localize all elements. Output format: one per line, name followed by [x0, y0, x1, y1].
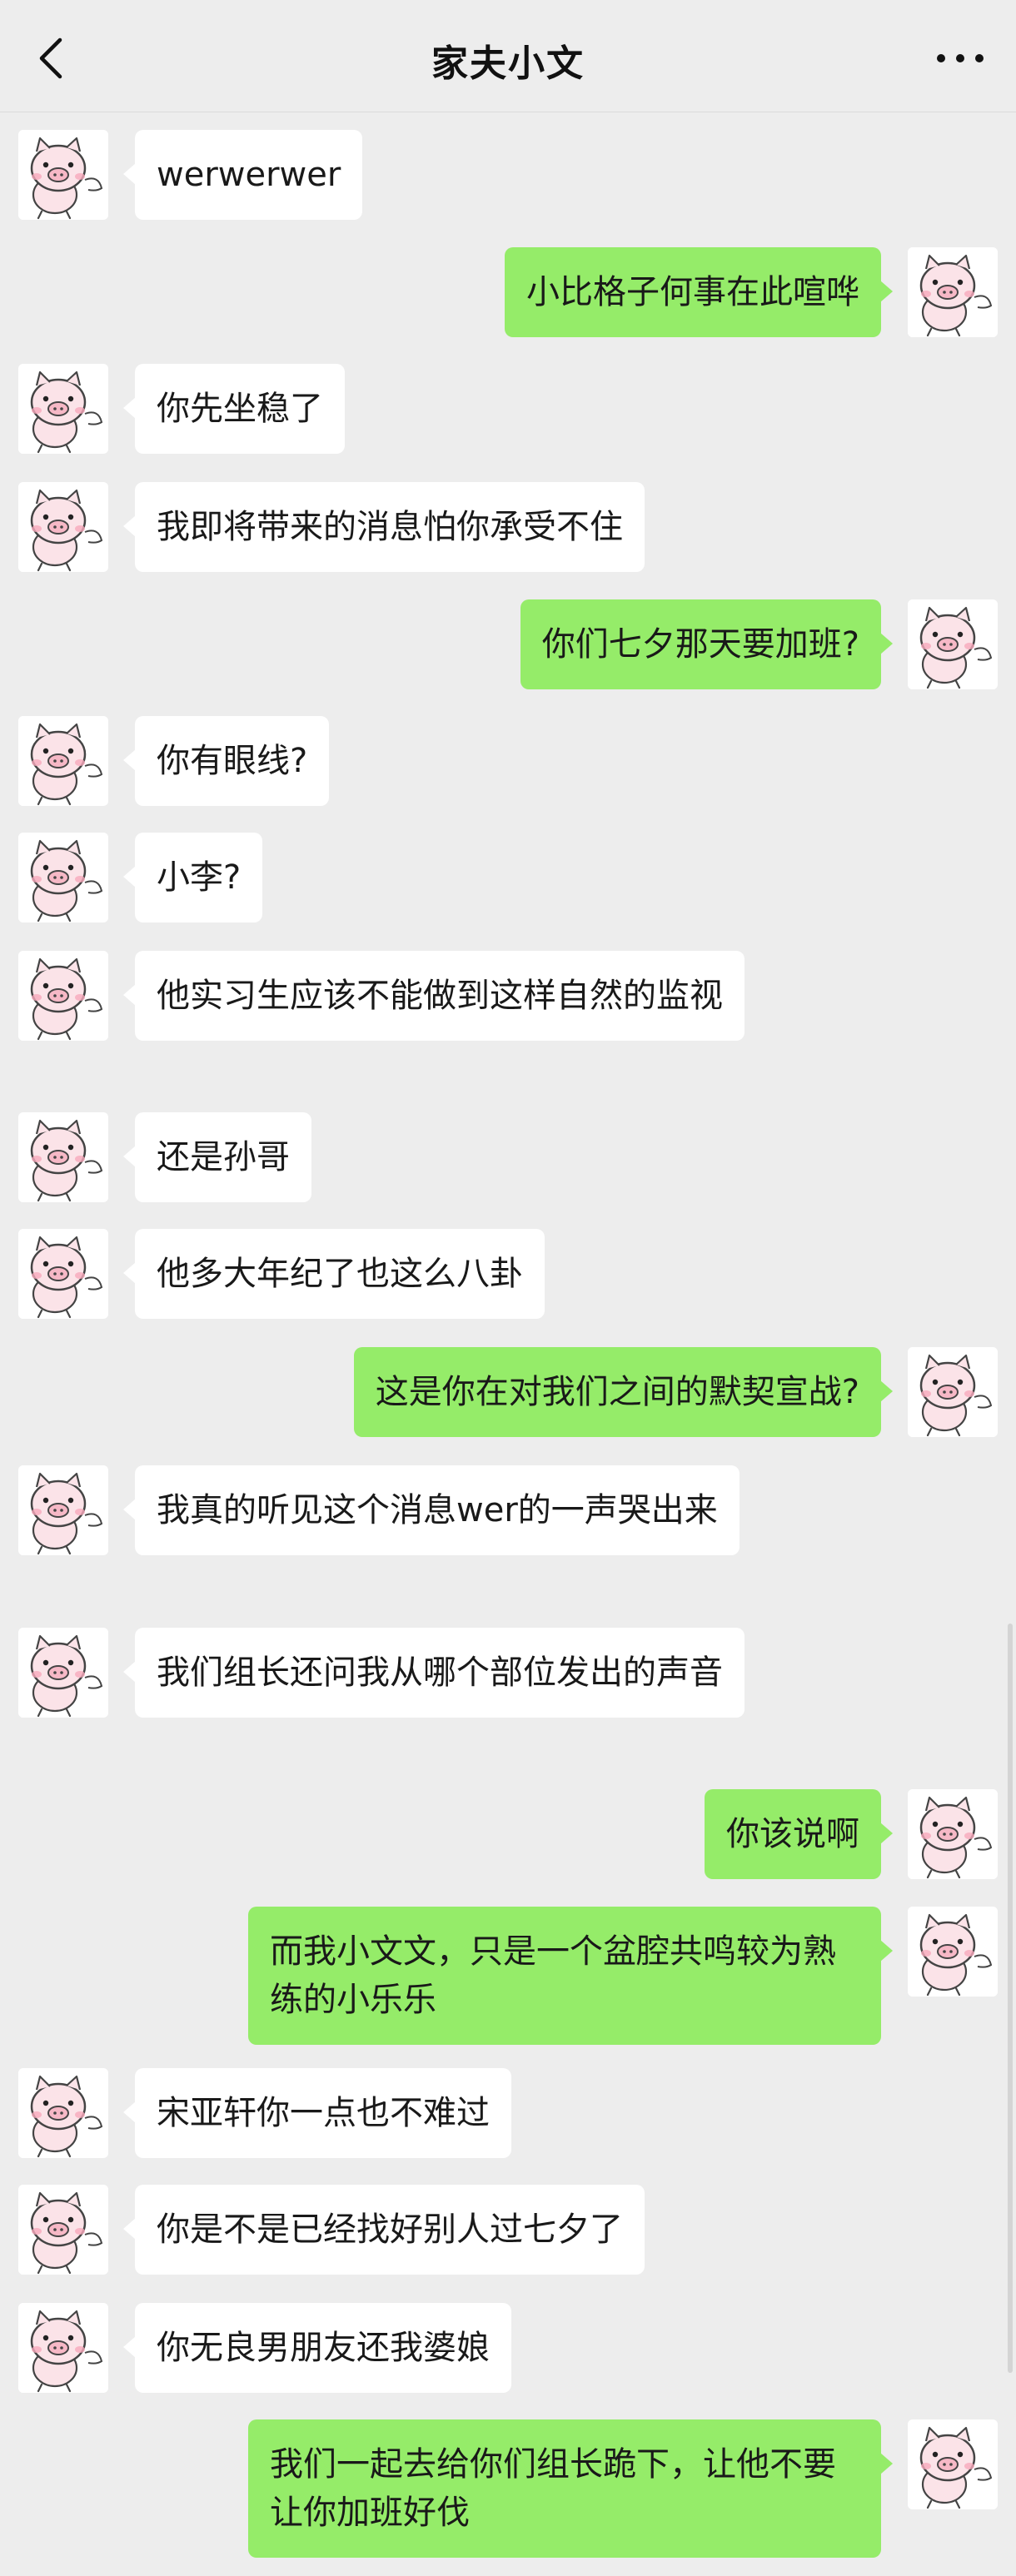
pink-pig-avatar-icon[interactable] — [908, 247, 998, 337]
message-bubble[interactable]: 小比格子何事在此喧哗 — [505, 247, 893, 337]
message-bubble[interactable]: 我真的听见这个消息wer的一声哭出来 — [123, 1465, 740, 1555]
message-bubble[interactable]: 而我小文文，只是一个盆腔共鸣较为熟练的小乐乐 — [248, 1907, 893, 2045]
pink-pig-avatar-icon[interactable] — [18, 2185, 108, 2275]
message-bubble[interactable]: 他多大年纪了也这么八卦 — [123, 1229, 545, 1319]
pink-pig-avatar-icon[interactable] — [908, 599, 998, 689]
message-bubble[interactable]: 我即将带来的消息怕你承受不住 — [123, 482, 645, 572]
pink-pig-avatar-icon[interactable] — [18, 951, 108, 1041]
chat-title: 家夫小文 — [431, 42, 585, 85]
message-bubble[interactable]: 你无良男朋友还我婆娘 — [123, 2303, 511, 2393]
pink-pig-avatar-icon[interactable] — [18, 1112, 108, 1202]
pink-pig-avatar-icon[interactable] — [18, 130, 108, 220]
pink-pig-avatar-icon[interactable] — [908, 1789, 998, 1879]
pink-pig-avatar-icon[interactable] — [18, 1465, 108, 1555]
message-bubble[interactable]: 小李? — [122, 833, 263, 922]
more-dots-icon[interactable] — [933, 43, 988, 73]
message-bubble[interactable]: 你该说啊 — [705, 1789, 893, 1879]
pink-pig-avatar-icon[interactable] — [18, 833, 108, 922]
pink-pig-avatar-icon[interactable] — [908, 1907, 998, 1997]
message-bubble[interactable]: 他实习生应该不能做到这样自然的监视 — [123, 951, 745, 1041]
message-bubble[interactable]: 你先坐稳了 — [123, 364, 345, 454]
pink-pig-avatar-icon[interactable] — [18, 2068, 108, 2158]
message-bubble[interactable]: 我们一起去给你们组长跪下，让他不要让你加班好伐 — [248, 2419, 893, 2558]
pink-pig-avatar-icon[interactable] — [18, 482, 108, 572]
pink-pig-avatar-icon[interactable] — [18, 2303, 108, 2393]
pink-pig-avatar-icon[interactable] — [18, 364, 108, 454]
message-bubble[interactable]: 宋亚轩你一点也不难过 — [123, 2068, 511, 2158]
message-bubble[interactable]: werwerwer — [122, 130, 363, 220]
pink-pig-avatar-icon[interactable] — [908, 1347, 998, 1437]
message-bubble[interactable]: 这是你在对我们之间的默契宣战? — [353, 1347, 894, 1437]
scrollbar[interactable] — [1008, 1624, 1013, 2373]
message-bubble[interactable]: 你们七夕那天要加班? — [520, 599, 894, 689]
message-bubble[interactable]: 你有眼线? — [122, 716, 330, 806]
pink-pig-avatar-icon[interactable] — [18, 1229, 108, 1319]
pink-pig-avatar-icon[interactable] — [18, 1628, 108, 1718]
pink-pig-avatar-icon[interactable] — [908, 2419, 998, 2509]
pink-pig-avatar-icon[interactable] — [18, 716, 108, 806]
message-bubble[interactable]: 你是不是已经找好别人过七夕了 — [123, 2185, 645, 2275]
chat-header: 家夫小文 — [0, 0, 1016, 112]
message-bubble[interactable]: 还是孙哥 — [123, 1112, 311, 1202]
message-bubble[interactable]: 我们组长还问我从哪个部位发出的声音 — [123, 1628, 745, 1718]
